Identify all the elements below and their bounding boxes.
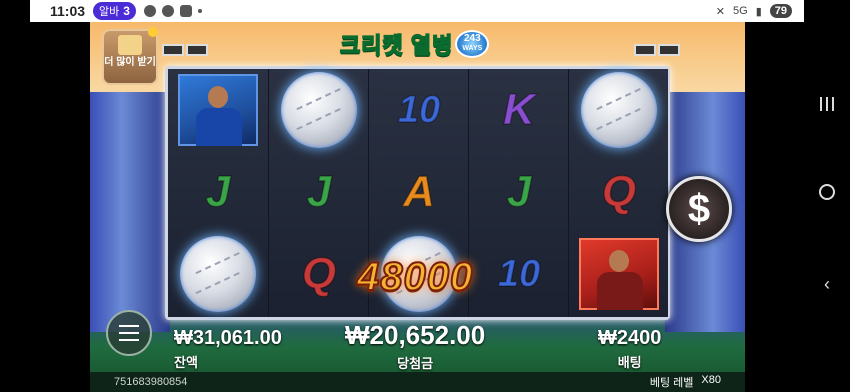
crowd-left	[90, 92, 170, 332]
bowler-icon	[178, 74, 258, 146]
status-time: 11:03	[50, 3, 86, 19]
app-badge: 알바 3	[93, 2, 136, 20]
bet-display[interactable]: ₩2400 배팅	[598, 327, 661, 371]
win-popup-amount: 48000	[356, 254, 474, 300]
reel-cell	[269, 69, 369, 151]
message-icon	[161, 5, 174, 17]
reel-cell: Q	[269, 233, 369, 315]
symbol-q: Q	[301, 248, 337, 299]
recent-apps-icon-bar	[826, 96, 828, 111]
session-id: 751683980854	[114, 376, 188, 388]
win-label: 당첨금	[397, 356, 434, 371]
app-badge-label: 알바	[99, 6, 120, 18]
notification-icons	[143, 5, 202, 17]
menu-button[interactable]	[106, 310, 152, 356]
bet-level-value: X80	[701, 374, 721, 386]
bet-label: 배팅	[617, 355, 642, 370]
symbol-10: 10	[397, 88, 441, 132]
reel-5: Q	[568, 69, 668, 317]
symbol-10: 10	[497, 252, 541, 296]
reel-cell: Q	[569, 151, 669, 233]
stadium-light-icon	[658, 44, 680, 56]
win-value: ₩20,652.00	[345, 320, 486, 350]
player-head	[208, 86, 228, 108]
symbol-j: J	[506, 166, 532, 217]
reel-cell	[569, 69, 669, 151]
bet-level-label: 베팅 레벨	[649, 377, 694, 389]
game-title: 크리켓 열병 243 WAYS	[339, 24, 490, 64]
network-label: 5G	[733, 5, 748, 17]
signal-icon: ▮	[755, 5, 762, 18]
reel-cell: 10	[469, 233, 569, 315]
symbol-j: J	[306, 166, 332, 217]
reel-4: K J 10	[468, 69, 568, 317]
player-body	[597, 272, 643, 310]
reel-cell	[168, 233, 268, 315]
cricket-ball-icon	[581, 72, 657, 148]
more-dot-icon	[197, 9, 202, 13]
gift-icon	[118, 35, 142, 55]
stadium-light-icon	[162, 44, 184, 56]
balance-value: ₩31,061.00	[174, 327, 282, 349]
ways-number: 243	[463, 33, 481, 44]
hamburger-icon-line	[119, 339, 139, 341]
ways-label: WAYS	[462, 45, 483, 52]
batsman-icon	[579, 238, 659, 310]
app-badge-count: 3	[123, 4, 130, 18]
slot-game: 더 많이 받기 크리켓 열병 243 WAYS J J Q 10 A K J 10 Q 4800…	[90, 22, 745, 392]
reel-cell	[168, 69, 268, 151]
stadium-light-icon	[634, 44, 656, 56]
chat-icon	[143, 5, 156, 17]
mute-icon: ✕	[715, 5, 725, 18]
ways-badge: 243 WAYS	[455, 30, 490, 58]
cricket-ball-icon	[180, 236, 256, 312]
bet-level: 베팅 레벨 X80	[650, 374, 721, 390]
bet-value: ₩2400	[598, 327, 662, 349]
recent-apps-icon-bar	[832, 96, 834, 111]
symbol-k: K	[502, 84, 535, 135]
android-nav-bar: ‹	[804, 0, 850, 392]
notification-dot-icon	[148, 27, 158, 37]
win-display: ₩20,652.00 당첨금	[345, 320, 485, 372]
game-title-text: 크리켓 열병	[339, 32, 454, 59]
symbol-a: A	[402, 166, 435, 217]
reel-cell: 10	[369, 69, 469, 151]
stadium-light-icon	[186, 44, 208, 56]
reel-cell: J	[168, 151, 268, 233]
reel-2: JQ	[268, 69, 368, 317]
reel-cell: J	[469, 151, 569, 233]
balance-display: ₩31,061.00 잔액	[174, 327, 282, 371]
hamburger-icon-line	[119, 332, 139, 334]
reel-cell: K	[469, 69, 569, 151]
symbol-j: J	[205, 166, 231, 217]
reel-cell	[569, 233, 669, 315]
spin-button[interactable]: $	[666, 176, 732, 242]
phone-screen: 11:03 알바 3 ✕ 5G ▮ 79 더 많이 받기 크리켓 열병 243 …	[0, 0, 850, 392]
symbol-q: Q	[601, 166, 637, 217]
dollar-icon: $	[687, 186, 711, 231]
hamburger-icon	[119, 325, 139, 327]
back-button[interactable]: ‹	[824, 274, 830, 295]
status-bar: 11:03 알바 3 ✕ 5G ▮ 79	[30, 0, 804, 22]
player-body	[196, 108, 242, 146]
more-rewards-button[interactable]: 더 많이 받기	[102, 27, 158, 85]
reel-cell: A	[369, 151, 469, 233]
reel-1: J	[168, 69, 268, 317]
recent-apps-icon	[820, 96, 822, 111]
app-icon	[179, 5, 192, 17]
battery-level: 79	[769, 4, 792, 18]
reel-cell: J	[269, 151, 369, 233]
player-head	[609, 250, 629, 272]
cricket-ball-icon	[281, 72, 357, 148]
system-icons: ✕ 5G ▮ 79	[716, 4, 792, 18]
recent-apps-button[interactable]	[820, 96, 834, 111]
balance-label: 잔액	[174, 355, 198, 370]
more-rewards-label: 더 많이 받기	[104, 57, 156, 68]
home-button[interactable]	[819, 184, 835, 201]
info-bar: 751683980854 베팅 레벨 X80	[90, 372, 745, 392]
